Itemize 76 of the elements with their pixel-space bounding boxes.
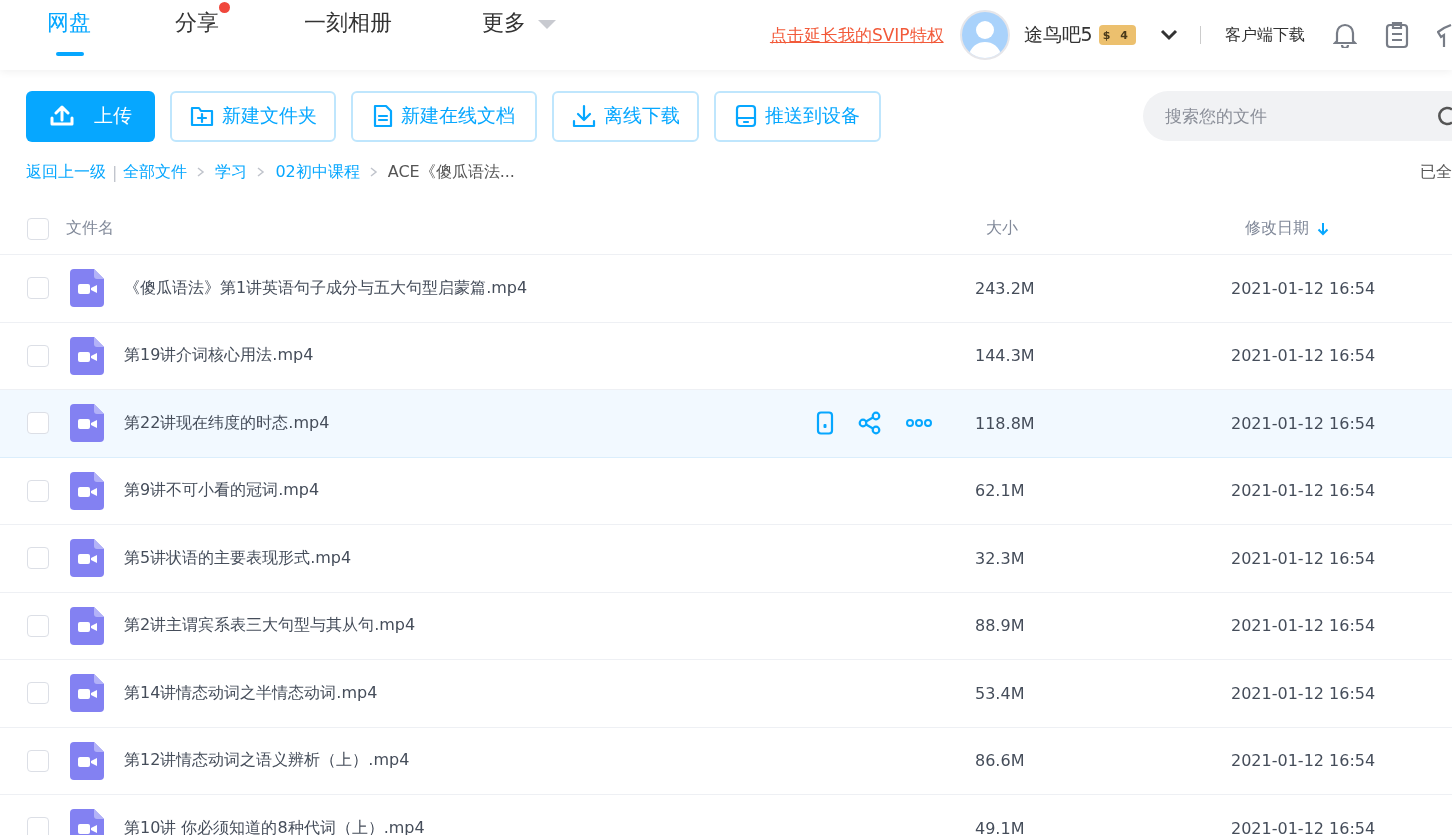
device-icon — [735, 104, 757, 128]
active-tab-indicator — [56, 52, 84, 56]
chevron-down-icon[interactable] — [1160, 29, 1178, 41]
video-file-icon — [70, 471, 104, 510]
modified-date: 2021-01-12 16:54 — [1231, 278, 1376, 298]
nav-tab[interactable]: 一刻相册 — [304, 0, 482, 70]
file-size: 49.1M — [975, 818, 1025, 835]
chevron-right-icon — [257, 167, 266, 177]
avatar[interactable] — [959, 10, 1010, 60]
row-checkbox[interactable] — [27, 682, 49, 705]
user-name[interactable]: 途鸟吧5 — [1023, 22, 1093, 48]
modified-date: 2021-01-12 16:54 — [1231, 818, 1376, 835]
file-name[interactable]: 第14讲情态动词之半情态动词.mp4 — [124, 682, 378, 704]
file-size: 62.1M — [975, 481, 1025, 501]
file-name[interactable]: 第22讲现在纬度的时态.mp4 — [124, 412, 330, 434]
row-checkbox[interactable] — [27, 479, 49, 502]
search-icon[interactable] — [1438, 105, 1452, 127]
file-name[interactable]: 第12讲情态动词之语义辨析（上）.mp4 — [124, 750, 410, 772]
file-row[interactable]: 第22讲现在纬度的时态.mp4 118.8M 2021-01-12 16:54 — [0, 390, 1452, 458]
row-checkbox[interactable] — [27, 817, 49, 835]
modified-date: 2021-01-12 16:54 — [1231, 683, 1376, 703]
file-name[interactable]: 第5讲状语的主要表现形式.mp4 — [124, 547, 352, 569]
video-file-icon — [70, 404, 104, 443]
video-file-icon — [70, 606, 104, 645]
modified-date: 2021-01-12 16:54 — [1231, 616, 1376, 636]
file-size: 53.4M — [975, 683, 1025, 703]
file-size: 32.3M — [975, 548, 1025, 568]
nav-tab[interactable]: 更多 — [482, 0, 602, 70]
separator: | — [112, 162, 118, 182]
column-header[interactable]: 文件名 — [66, 218, 114, 239]
sort-descending-icon[interactable] — [1317, 221, 1329, 236]
video-file-icon — [70, 674, 104, 713]
video-file-icon — [70, 539, 104, 578]
bell-icon[interactable] — [1333, 22, 1357, 48]
column-header[interactable]: 大小 — [986, 218, 1018, 239]
select-all-checkbox[interactable] — [27, 217, 49, 240]
share-icon[interactable] — [858, 411, 882, 436]
document-icon — [373, 104, 393, 128]
phone-icon[interactable] — [816, 411, 834, 436]
modified-date: 2021-01-12 16:54 — [1231, 413, 1376, 433]
row-checkbox[interactable] — [27, 412, 49, 435]
modified-date: 2021-01-12 16:54 — [1231, 481, 1376, 501]
clipboard-icon[interactable] — [1385, 21, 1409, 49]
video-file-icon — [70, 336, 104, 375]
file-name[interactable]: 第9讲不可小看的冠词.mp4 — [124, 480, 320, 502]
current-folder: ACE《傻瓜语法... — [387, 161, 515, 183]
file-size: 86.6M — [975, 751, 1025, 771]
row-checkbox[interactable] — [27, 614, 49, 637]
column-header[interactable]: 修改日期 — [1245, 218, 1309, 239]
modified-date: 2021-01-12 16:54 — [1231, 548, 1376, 568]
row-checkbox[interactable] — [27, 277, 49, 300]
file-size: 243.2M — [975, 278, 1035, 298]
file-name[interactable]: 第2讲主谓宾系表三大句型与其从句.mp4 — [124, 615, 416, 637]
row-checkbox[interactable] — [27, 547, 49, 570]
chevron-right-icon — [197, 167, 206, 177]
chevron-right-icon — [369, 167, 378, 177]
nav-tab[interactable]: 分享 — [175, 0, 304, 70]
file-name[interactable]: 第19讲介词核心用法.mp4 — [124, 345, 314, 367]
video-file-icon — [70, 741, 104, 780]
modified-date: 2021-01-12 16:54 — [1231, 751, 1376, 771]
file-size: 144.3M — [975, 346, 1035, 366]
row-checkbox[interactable] — [27, 344, 49, 367]
client-download-link[interactable]: 客户端下载 — [1225, 24, 1305, 46]
folder-plus-icon — [189, 105, 214, 127]
file-name[interactable]: 《傻瓜语法》第1讲英语句子成分与五大句型启蒙篇.mp4 — [124, 277, 528, 299]
search-field[interactable]: 搜索您的文件 — [1143, 91, 1452, 141]
file-size: 118.8M — [975, 413, 1035, 433]
download-icon — [571, 104, 596, 128]
more-icon[interactable] — [906, 419, 932, 428]
video-file-icon — [70, 269, 104, 308]
vip-badge: $ 4 — [1098, 25, 1136, 45]
row-checkbox[interactable] — [27, 749, 49, 772]
modified-date: 2021-01-12 16:54 — [1231, 346, 1376, 366]
status-text: 已全 — [1420, 161, 1452, 183]
file-size: 88.9M — [975, 616, 1025, 636]
upload-icon — [49, 105, 74, 127]
